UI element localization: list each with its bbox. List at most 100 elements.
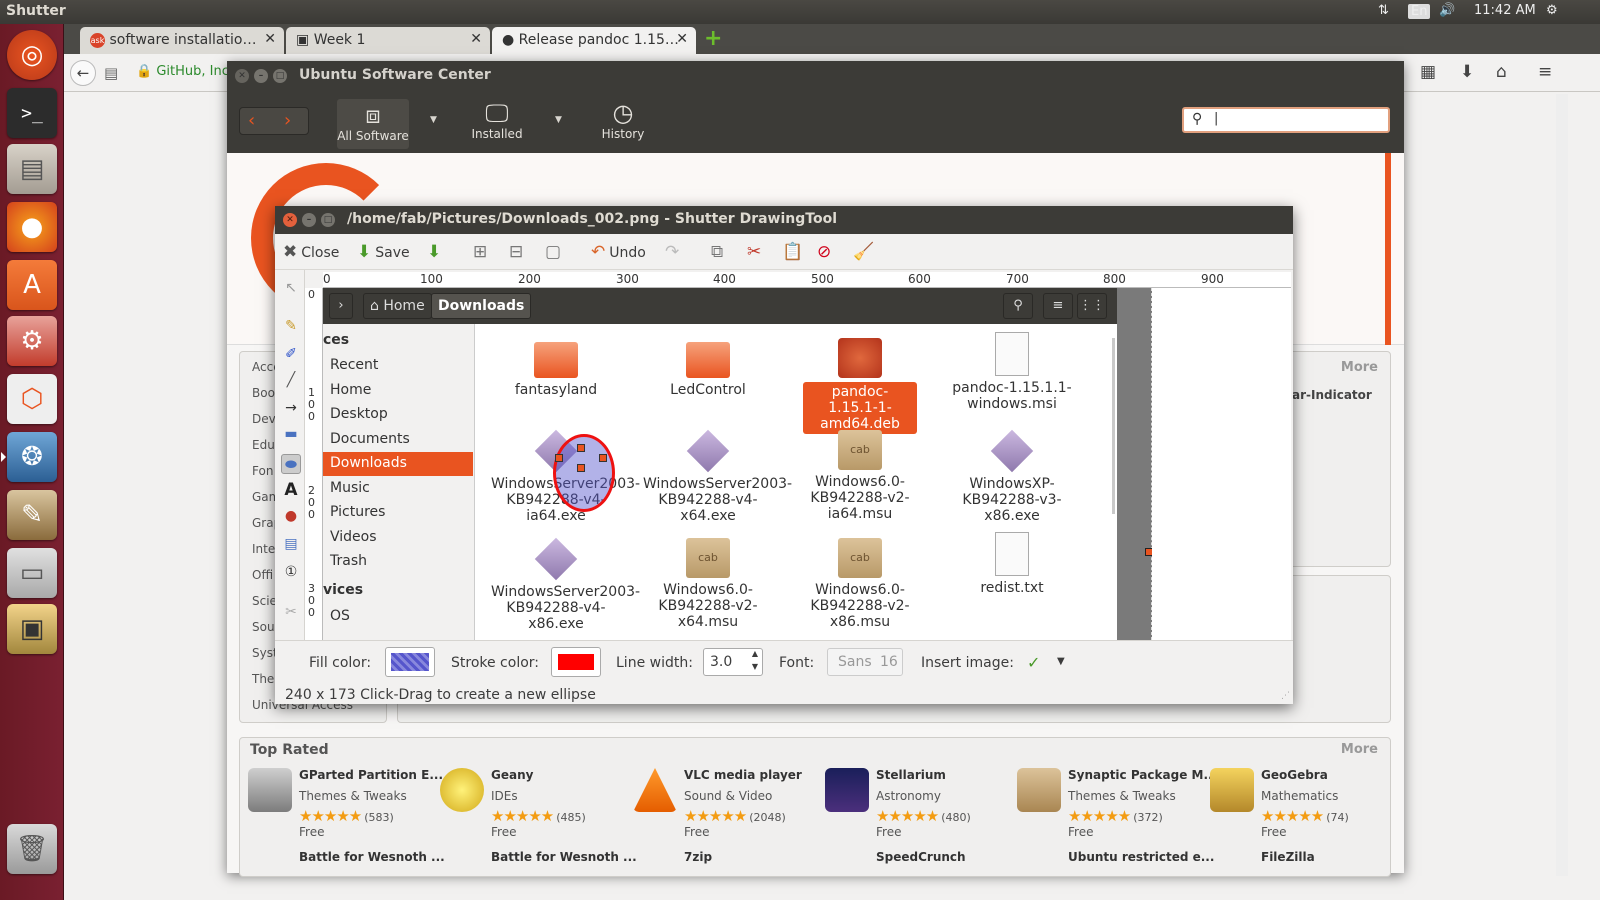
maximize-icon[interactable]: □ (321, 213, 335, 227)
sidebar-item-documents[interactable]: Documents (323, 428, 473, 452)
sidebar-item-home[interactable]: Home (323, 379, 473, 403)
stroke-color-button[interactable] (551, 647, 601, 677)
reading-list-icon[interactable]: ▦ (1420, 62, 1436, 82)
app-card-synaptic[interactable]: Synaptic Package M... Themes & Tweaks ★★… (1017, 768, 1217, 848)
files-icon[interactable]: ▤ (7, 144, 57, 194)
download-icon[interactable]: ⬇ (1460, 62, 1474, 82)
category-item[interactable]: Inte (252, 542, 275, 556)
close-button[interactable]: ✖ Close (283, 242, 339, 262)
pixelize-icon[interactable]: ▤ (281, 534, 301, 554)
shutter-titlebar[interactable]: ✕ – □ /home/fab/Pictures/Downloads_002.p… (275, 206, 1293, 234)
history-button[interactable]: ◷ History (597, 99, 649, 141)
screenshot-tool-icon[interactable]: ▣ (7, 604, 57, 654)
copy-button[interactable]: ⧉ (711, 242, 727, 262)
ellipse-handle[interactable] (577, 444, 585, 452)
crop-icon[interactable]: ✂ (281, 602, 301, 622)
ellipse-handle[interactable] (555, 454, 563, 462)
arrow-icon[interactable]: → (281, 398, 301, 418)
undo-button[interactable]: ↶ Undo (591, 242, 646, 262)
resize-grip-icon[interactable]: ⋰ (1281, 691, 1290, 701)
category-item[interactable]: Sou (252, 620, 275, 634)
drawing-brush-icon[interactable]: ✎ (7, 490, 57, 540)
rectangle-icon[interactable]: ▬ (281, 424, 301, 444)
sidebar-item-recent[interactable]: Recent (323, 354, 473, 378)
home-icon[interactable]: ⌂ (1496, 62, 1507, 82)
ubuntu-logo-icon[interactable]: ◎ (7, 30, 57, 80)
category-item[interactable]: Syst (252, 646, 278, 660)
close-icon[interactable]: ✕ (235, 69, 249, 83)
file-item[interactable]: redist.txt (937, 532, 1087, 596)
app-card-stellarium[interactable]: Stellarium Astronomy ★★★★★ (480) Free (825, 768, 1010, 848)
sidebar-item-music[interactable]: Music (323, 477, 473, 501)
cut-button[interactable]: ✂ (747, 242, 765, 262)
app-card-geany[interactable]: Geany IDEs ★★★★★ (485) Free (440, 768, 625, 848)
maximize-icon[interactable]: □ (273, 69, 287, 83)
save-button[interactable]: ⬇ Save (357, 242, 410, 262)
minimize-icon[interactable]: – (254, 69, 268, 83)
app-card-gparted[interactable]: GParted Partition E... Themes & Tweaks ★… (248, 768, 443, 848)
sidebar-item-os[interactable]: OS (323, 605, 473, 629)
spin-down-icon[interactable]: ▼ (752, 662, 758, 671)
app-name[interactable]: Battle for Wesnoth ... (299, 850, 445, 864)
file-item[interactable]: fantasyland (481, 338, 631, 398)
clear-button[interactable]: 🧹 (853, 242, 878, 262)
featured-more-button[interactable]: More (1341, 360, 1378, 375)
app-name[interactable]: Ubuntu restricted e... (1068, 850, 1214, 864)
menu-hamburger-icon[interactable]: ≡ (1538, 62, 1552, 82)
fill-color-button[interactable] (385, 647, 435, 677)
file-item[interactable]: cab Windows6.0-KB942288-v2-ia64.msu (785, 430, 935, 522)
checkmark-icon[interactable]: ✓ (1027, 653, 1040, 672)
software-center-titlebar[interactable]: ✕ – □ Ubuntu Software Center (227, 61, 1404, 91)
file-grid-scrollbar[interactable] (1112, 338, 1115, 514)
zoom-100-button[interactable]: ▢ (545, 242, 565, 262)
sidebar-item-pictures[interactable]: Pictures (323, 501, 473, 525)
file-item[interactable]: cab Windows6.0-KB942288-v2-x64.msu (633, 538, 783, 630)
all-software-dropdown-icon[interactable]: ▼ (430, 115, 437, 125)
list-view-icon[interactable]: ≡ (1043, 293, 1073, 319)
tab-close-icon[interactable]: ✕ (264, 31, 276, 47)
category-item[interactable]: Scie (252, 594, 277, 608)
new-tab-plus-icon[interactable]: + (704, 26, 722, 51)
app-name[interactable]: Battle for Wesnoth ... (491, 850, 637, 864)
select-pointer-icon[interactable]: ↖ (281, 278, 301, 298)
file-item[interactable]: cab Windows6.0-KB942288-v2-x86.msu (785, 538, 935, 630)
disk-icon[interactable]: ▭ (7, 548, 57, 598)
file-item[interactable]: WindowsServer2003-KB942288-v4-x64.exe (633, 429, 792, 524)
category-item[interactable]: Fon (252, 464, 273, 478)
app-name[interactable]: SpeedCrunch (876, 850, 966, 864)
minimize-icon[interactable]: – (302, 213, 316, 227)
file-item[interactable]: LedControl (633, 338, 783, 398)
sidebar-item-trash[interactable]: Trash (323, 550, 473, 574)
ellipse-icon[interactable]: ⬬ (281, 454, 301, 474)
line-icon[interactable]: ╱ (281, 370, 301, 390)
tab-week-1[interactable]: ▣ Week 1 ✕ (286, 27, 490, 54)
tab-software-installation[interactable]: ask software installatio… ✕ (80, 27, 284, 54)
browser-scrollbar[interactable] (1556, 94, 1568, 876)
censor-icon[interactable]: ● (281, 506, 301, 526)
installed-button[interactable]: 🖵 Installed (467, 99, 527, 141)
system-gear-icon[interactable]: ⚙ (1546, 3, 1558, 18)
breadcrumb-downloads[interactable]: Downloads (431, 293, 532, 319)
trash-icon[interactable]: 🗑 (7, 824, 57, 874)
delete-button[interactable]: ⊘ (817, 242, 835, 262)
export-button[interactable]: ⬇ (427, 242, 445, 262)
tab-close-icon[interactable]: ✕ (676, 31, 688, 47)
featured-app-name[interactable]: ar-Indicator (1292, 388, 1372, 402)
file-item[interactable]: pandoc-1.15.1.1-windows.msi (937, 332, 1087, 412)
drawing-canvas[interactable]: › ⌂ Home Downloads ⚲ ≡ ⋮⋮ ces Recent Hom… (323, 288, 1291, 640)
zoom-out-button[interactable]: ⊟ (509, 242, 527, 262)
back-arrow-icon[interactable]: ← (70, 60, 96, 86)
text-tool-icon[interactable]: A (281, 480, 301, 500)
app-card-geogebra[interactable]: GeoGebra Mathematics ★★★★★ (74) Free (1210, 768, 1395, 848)
line-width-spinner[interactable]: 3.0 ▲ ▼ (703, 648, 763, 676)
category-item[interactable]: The (252, 672, 274, 686)
file-item[interactable]: WindowsXP-KB942288-v3-x86.exe (937, 429, 1087, 524)
top-rated-more-button[interactable]: More (1341, 742, 1378, 757)
tab-release-pandoc[interactable]: ● Release pandoc 1.15… ✕ (492, 27, 696, 54)
firefox-icon[interactable]: ● (7, 202, 57, 252)
shutter-icon[interactable]: ❂ (1, 432, 57, 482)
grid-view-icon[interactable]: ⋮⋮ (1077, 293, 1107, 319)
search-icon[interactable]: ⚲ (1003, 293, 1033, 319)
volume-icon[interactable]: 🔊 (1439, 3, 1455, 18)
back-chevron-icon[interactable]: ‹ (248, 110, 255, 131)
